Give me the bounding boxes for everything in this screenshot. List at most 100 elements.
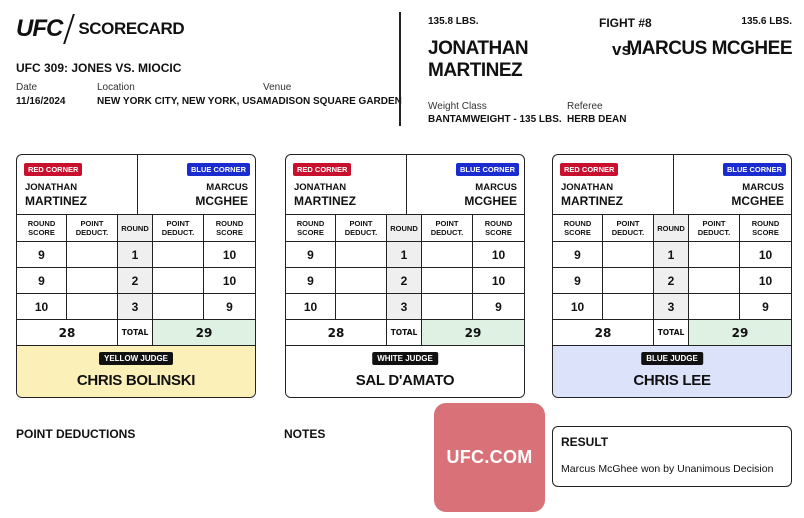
blue-point-deduction	[153, 294, 204, 319]
red-total-score: 28	[286, 320, 387, 345]
location-label: Location	[97, 82, 135, 93]
header-point-deduct: POINT DEDUCT.	[603, 215, 654, 241]
round-row: 10 3 9	[553, 294, 791, 320]
judge-scorecard: RED CORNER BLUE CORNER JONATHAN MARTINEZ MAR…	[285, 154, 525, 398]
round-number: 2	[118, 268, 153, 293]
red-total-score: 28	[17, 320, 118, 345]
judge-name: CHRIS BOLINSKI	[76, 372, 196, 389]
blue-total-score: 29	[153, 320, 255, 345]
venue-value: MADISON SQUARE GARDEN	[263, 96, 402, 107]
red-round-score: 9	[553, 268, 603, 293]
ufc-com-link[interactable]: UFC.COM	[434, 403, 545, 512]
header-point-deduct: POINT DEDUCT.	[67, 215, 118, 241]
judge-name-area: WHITE JUDGE SAL D'AMATO	[286, 346, 524, 397]
ufc-logo-text: UFC	[16, 15, 63, 42]
blue-round-score: 9	[495, 299, 502, 314]
judge-color-badge: YELLOW JUDGE	[98, 352, 174, 365]
blue-round-score: 10	[222, 247, 237, 262]
blue-round-score: 10	[222, 273, 237, 288]
round-row: 9 2 10	[17, 268, 255, 294]
blue-point-deduction	[422, 294, 473, 319]
point-deductions-label: POINT DEDUCTIONS	[16, 427, 136, 441]
blue-corner-badge: BLUE CORNER	[186, 163, 250, 176]
red-point-deduction	[603, 268, 654, 293]
red-point-deduction	[603, 242, 654, 267]
round-number: 1	[654, 242, 689, 267]
location-value: NEW YORK CITY, NEW YORK, USA	[97, 96, 264, 107]
referee-value: HERB DEAN	[567, 114, 627, 125]
ufc-com-text: UFC.COM	[446, 447, 533, 467]
blue-corner-badge: BLUE CORNER	[722, 163, 786, 176]
red-round-score: 10	[286, 294, 336, 319]
event-name: UFC 309: JONES VS. MIOCIC	[16, 61, 182, 75]
blue-fighter-weight: 135.6 LBS.	[741, 16, 792, 27]
blue-point-deduction	[689, 268, 740, 293]
header-round: ROUND	[387, 215, 422, 241]
weight-class-value: BANTAMWEIGHT - 135 LBS.	[428, 114, 562, 125]
blue-total-score: 29	[422, 320, 524, 345]
red-fighter-last: MARTINEZ	[561, 194, 623, 208]
round-row: 9 1 10	[553, 242, 791, 268]
red-point-deduction	[67, 268, 118, 293]
blue-fighter-first: MARCUS	[206, 182, 248, 193]
judge-color-badge: WHITE JUDGE	[372, 352, 438, 365]
red-fighter-last: MARTINEZ	[294, 194, 356, 208]
header-point-deduct: POINT DEDUCT.	[689, 215, 740, 241]
blue-point-deduction	[153, 268, 204, 293]
header-divider	[399, 12, 401, 126]
venue-label: Venue	[263, 82, 292, 93]
weight-class-label: Weight Class	[428, 101, 487, 112]
round-number: 3	[387, 294, 422, 319]
round-number: 3	[118, 294, 153, 319]
round-number: 3	[654, 294, 689, 319]
judge-scorecard: RED CORNER BLUE CORNER JONATHAN MARTINEZ MAR…	[552, 154, 792, 398]
header-round-score: ROUND SCORE	[751, 219, 780, 237]
referee-label: Referee	[567, 101, 603, 112]
corner-header: RED CORNER BLUE CORNER JONATHAN MARTINEZ MAR…	[553, 155, 791, 215]
header-round: ROUND	[118, 215, 153, 241]
blue-total-score: 29	[689, 320, 791, 345]
blue-point-deduction	[153, 242, 204, 267]
round-row: 10 3 9	[286, 294, 524, 320]
scorecard-title: SCORECARD	[78, 19, 185, 38]
red-point-deduction	[67, 242, 118, 267]
judge-name-area: YELLOW JUDGE CHRIS BOLINSKI	[17, 346, 255, 397]
red-fighter-last: MARTINEZ	[25, 194, 87, 208]
round-number: 1	[118, 242, 153, 267]
round-row: 9 1 10	[286, 242, 524, 268]
logo-divider	[63, 14, 76, 44]
corner-header: RED CORNER BLUE CORNER JONATHAN MARTINEZ MAR…	[286, 155, 524, 215]
red-corner-badge: RED CORNER	[560, 163, 619, 176]
round-number: 1	[387, 242, 422, 267]
red-fighter-weight: 135.8 LBS.	[428, 16, 479, 27]
total-row: 28 TOTAL 29	[553, 320, 791, 346]
red-point-deduction	[336, 268, 387, 293]
round-number: 2	[387, 268, 422, 293]
date-label: Date	[16, 82, 38, 93]
result-text: Marcus McGhee won by Unanimous Decision	[561, 463, 774, 475]
red-round-score: 9	[286, 268, 336, 293]
date-value: 11/16/2024	[16, 96, 66, 107]
red-round-score: 9	[286, 242, 336, 267]
total-row: 28 TOTAL 29	[17, 320, 255, 346]
header-point-deduct: POINT DEDUCT.	[336, 215, 387, 241]
red-round-score: 10	[553, 294, 603, 319]
blue-round-score: 10	[491, 273, 506, 288]
round-row: 9 2 10	[553, 268, 791, 294]
blue-fighter-last: MCGHEE	[464, 194, 517, 208]
red-total-score: 28	[553, 320, 654, 345]
ufc-scorecard-logo: UFC SCORECARD	[16, 14, 185, 44]
judge-name: CHRIS LEE	[633, 372, 711, 389]
header-round-score: ROUND SCORE	[17, 215, 67, 241]
blue-fighter-name: MARCUS MCGHEE	[626, 38, 792, 59]
blue-fighter-first: MARCUS	[475, 182, 517, 193]
blue-round-score: 9	[762, 299, 769, 314]
red-round-score: 9	[553, 242, 603, 267]
red-fighter-first: JONATHAN	[561, 182, 614, 193]
notes-label: NOTES	[284, 427, 326, 441]
judge-color-badge: BLUE JUDGE	[641, 352, 703, 365]
blue-point-deduction	[689, 242, 740, 267]
round-row: 10 3 9	[17, 294, 255, 320]
header-round-score: ROUND SCORE	[286, 215, 336, 241]
total-row: 28 TOTAL 29	[286, 320, 524, 346]
